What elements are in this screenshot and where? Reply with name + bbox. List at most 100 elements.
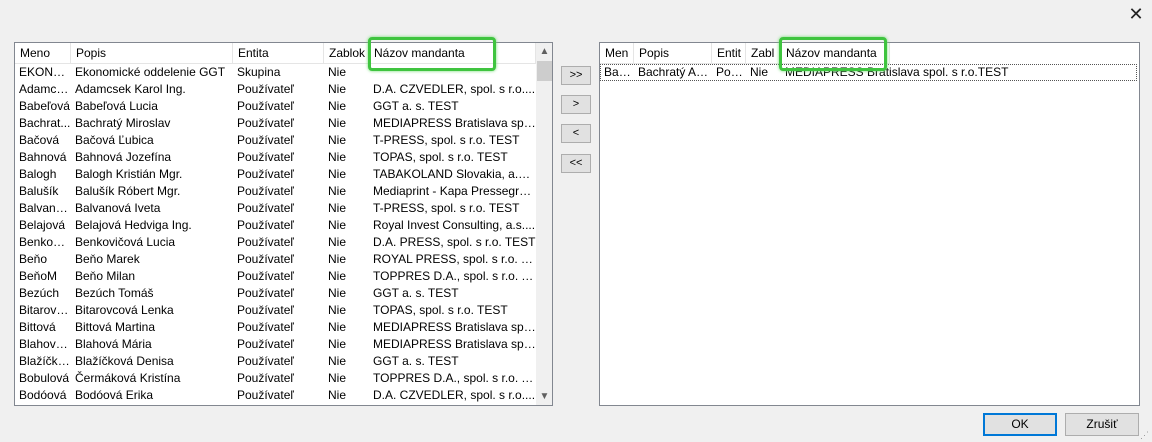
- table-cell: EKONO...: [19, 65, 71, 79]
- table-cell: Beňo: [19, 252, 48, 266]
- table-cell: GGT a. s. TEST: [373, 354, 459, 368]
- table-cell: Používateľ: [237, 218, 294, 232]
- col-meno[interactable]: Men: [600, 43, 634, 63]
- ok-button[interactable]: OK: [983, 413, 1057, 436]
- table-row[interactable]: Bachrat... Bachratý Miroslav Používateľ Nie…: [15, 115, 536, 132]
- move-all-right-button[interactable]: >>: [561, 66, 591, 85]
- table-cell: TOPAS, spol. s r.o. TEST: [373, 150, 508, 164]
- table-row[interactable]: BeňoM Beňo Milan Používateľ Nie TOPPRES D.A.…: [15, 268, 536, 285]
- table-cell: Nie: [328, 269, 347, 283]
- table-row[interactable]: Bačová Bačová Ľubica Používateľ Nie T-PRESS,…: [15, 132, 536, 149]
- col-entita[interactable]: Entita: [233, 43, 324, 63]
- table-row[interactable]: Bitarovc... Bitarovcová Lenka Používateľ Ni…: [15, 302, 536, 319]
- table-cell: Nie: [328, 167, 347, 181]
- table-row[interactable]: Bittová Bittová Martina Používateľ Nie MEDIA…: [15, 319, 536, 336]
- table-cell: D.A. PRESS, spol. s r.o. TEST: [373, 235, 536, 249]
- table-cell: Nie: [328, 65, 347, 79]
- highlight-left-nazov-mandanta: [368, 37, 496, 71]
- table-cell: Babeľová Lucia: [75, 99, 158, 113]
- table-row[interactable]: Beňo Beňo Marek Používateľ Nie ROYAL PRESS, …: [15, 251, 536, 268]
- table-row[interactable]: Balušík Balušík Róbert Mgr. Používateľ Nie M…: [15, 183, 536, 200]
- table-cell: Bitarovc...: [19, 303, 71, 317]
- table-cell: TOPAS, spol. s r.o. TEST: [373, 303, 508, 317]
- table-cell: Bitarovcová Lenka: [75, 303, 174, 317]
- cancel-button[interactable]: Zrušiť: [1065, 413, 1139, 436]
- table-row[interactable]: Balvano... Balvanová Iveta Používateľ Nie T-…: [15, 200, 536, 217]
- table-cell: Nie: [328, 82, 347, 96]
- close-icon[interactable]: ✕: [1126, 4, 1146, 24]
- table-cell: MEDIAPRESS Bratislava spol...: [373, 337, 536, 351]
- table-cell: Nie: [328, 150, 347, 164]
- table-cell: Nie: [328, 320, 347, 334]
- table-cell: Bezúch Tomáš: [75, 286, 154, 300]
- table-cell: Nie: [328, 286, 347, 300]
- table-cell: Bittová Martina: [75, 320, 156, 334]
- table-row[interactable]: Bodóová Bodóová Erika Používateľ Nie D.A. CZ…: [15, 387, 536, 404]
- table-cell: Bodóová: [19, 388, 67, 402]
- table-cell: Adamcs...: [19, 82, 71, 96]
- table-row[interactable]: Blahová... Blahová Mária Používateľ Nie MEDI…: [15, 336, 536, 353]
- table-row[interactable]: Balogh Balogh Kristián Mgr. Používateľ Nie T…: [15, 166, 536, 183]
- table-cell: Bobulová: [19, 371, 70, 385]
- table-cell: Bačová Ľubica: [75, 133, 154, 147]
- table-row[interactable]: Belajová Belajová Hedviga Ing. Používateľ N…: [15, 217, 536, 234]
- table-cell: Nie: [328, 201, 347, 215]
- resize-grip-icon[interactable]: ⋰: [1140, 430, 1150, 440]
- table-cell: Beňo Milan: [75, 269, 136, 283]
- available-users-list[interactable]: Meno Popis Entita Zablok Názov mandanta …: [14, 42, 553, 406]
- table-cell: Bodóová Erika: [75, 388, 154, 402]
- table-cell: Blažíčko...: [19, 354, 71, 368]
- table-cell: Nie: [328, 354, 347, 368]
- col-popis[interactable]: Popis: [634, 43, 712, 63]
- table-cell: Používateľ: [237, 269, 294, 283]
- table-cell: Používateľ: [237, 388, 294, 402]
- table-cell: Balvanová Iveta: [75, 201, 161, 215]
- table-cell: Používateľ: [237, 354, 294, 368]
- table-cell: Nie: [328, 133, 347, 147]
- col-meno[interactable]: Meno: [15, 43, 71, 63]
- table-cell: Bittová: [19, 320, 56, 334]
- scroll-thumb[interactable]: [537, 61, 552, 81]
- left-list-scrollbar[interactable]: ▲ ▼: [536, 43, 552, 405]
- table-row[interactable]: Benkovi... Benkovičová Lucia Používateľ Nie…: [15, 234, 536, 251]
- move-right-button[interactable]: >: [561, 95, 591, 114]
- table-cell: Používateľ: [237, 371, 294, 385]
- table-row[interactable]: Bobulová Čermáková Kristína Používateľ Nie T…: [15, 370, 536, 387]
- table-cell: Bahnová: [19, 150, 67, 164]
- table-cell: Belajová: [19, 218, 66, 232]
- table-row[interactable]: Blažíčko... Blažíčková Denisa Používateľ Ni…: [15, 353, 536, 370]
- move-all-left-button[interactable]: <<: [561, 154, 591, 173]
- table-cell: Nie: [328, 303, 347, 317]
- table-cell: Nie: [328, 388, 347, 402]
- table-cell: Nie: [328, 184, 347, 198]
- selected-users-list[interactable]: Men Popis Entit Zabl Názov mandanta Bac.…: [599, 42, 1140, 406]
- table-cell: GGT a. s. TEST: [373, 286, 459, 300]
- table-cell: Bac...: [604, 65, 634, 79]
- table-row[interactable]: Babeľová Babeľová Lucia Používateľ Nie GGT a…: [15, 98, 536, 115]
- col-popis[interactable]: Popis: [71, 43, 233, 63]
- col-zablok[interactable]: Zablok: [324, 43, 369, 63]
- table-cell: GGT a. s. TEST: [373, 99, 459, 113]
- table-row[interactable]: Bezúch Bezúch Tomáš Používateľ Nie GGT a. s.…: [15, 285, 536, 302]
- table-cell: Balogh Kristián Mgr.: [75, 167, 183, 181]
- table-cell: Blahová...: [19, 337, 71, 351]
- table-cell: Skupina: [237, 65, 281, 79]
- table-cell: Benkovi...: [19, 235, 71, 249]
- table-row[interactable]: Adamcs... Adamcsek Karol Ing. Používateľ Ni…: [15, 81, 536, 98]
- table-cell: D.A. CZVEDLER, spol. s r.o....: [373, 82, 536, 96]
- table-cell: Bezúch: [19, 286, 60, 300]
- table-row[interactable]: Bahnová Bahnová Jozefína Používateľ Nie TOPA…: [15, 149, 536, 166]
- table-cell: Používateľ: [237, 252, 294, 266]
- col-zablok[interactable]: Zabl: [746, 43, 781, 63]
- col-entita[interactable]: Entit: [712, 43, 746, 63]
- table-cell: Bahnová Jozefína: [75, 150, 172, 164]
- scroll-down-icon[interactable]: ▼: [536, 388, 552, 405]
- move-left-button[interactable]: <: [561, 124, 591, 143]
- table-cell: Používateľ: [237, 286, 294, 300]
- highlight-right-nazov-mandanta: [779, 37, 887, 71]
- table-cell: D.A. CZVEDLER, spol. s r.o....: [373, 388, 536, 402]
- table-cell: Nie: [328, 337, 347, 351]
- table-cell: T-PRESS, spol. s r.o. TEST: [373, 133, 520, 147]
- table-cell: Používateľ: [237, 167, 294, 181]
- scroll-up-icon[interactable]: ▲: [536, 43, 552, 60]
